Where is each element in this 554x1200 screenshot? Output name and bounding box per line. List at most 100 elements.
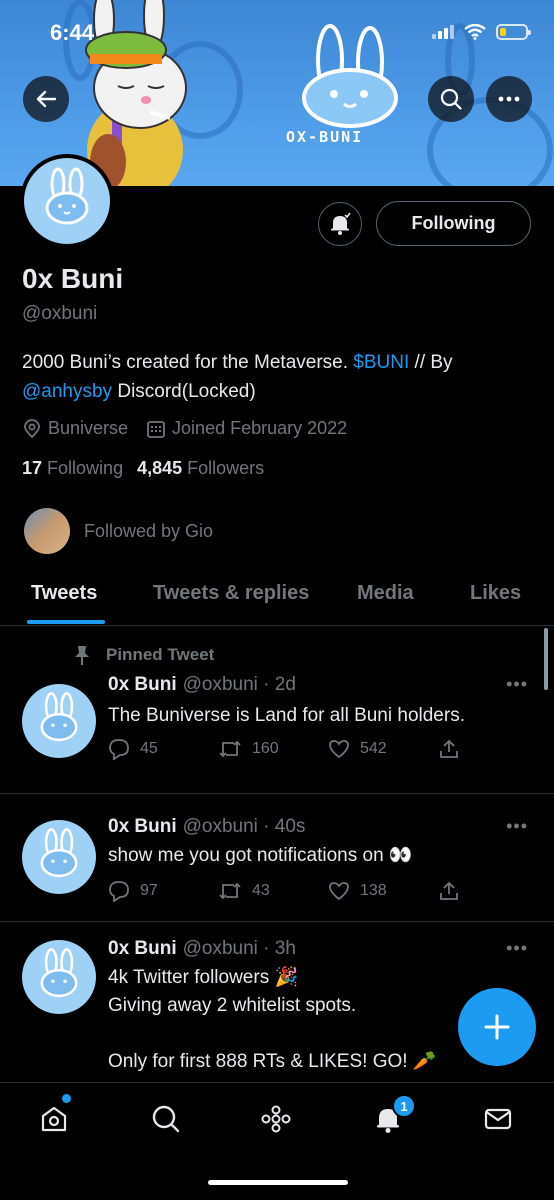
tweet-header: 0x Buni @oxbuni · 2d (108, 674, 296, 696)
reply-icon (109, 881, 129, 902)
following-button[interactable]: Following (376, 201, 531, 246)
nav-messages[interactable] (482, 1103, 514, 1135)
tweet-meta: @oxbuni · 3h (182, 938, 296, 959)
tweet-header: 0x Buni @oxbuni · 40s (108, 816, 305, 838)
tweet-author-name[interactable]: 0x Buni (108, 674, 177, 695)
like-button[interactable]: 542 (328, 738, 438, 760)
followed-by[interactable]: Followed by Gio (24, 508, 213, 554)
tweet-author-name[interactable]: 0x Buni (108, 816, 177, 837)
notifications-toggle-button[interactable] (318, 202, 362, 246)
bunny-avatar-icon (40, 948, 78, 998)
reply-button[interactable]: 97 (108, 880, 218, 902)
bio-cashtag-link[interactable]: $BUNI (353, 352, 409, 373)
tweet-text-line: Only for first 888 RTs & LIKES! GO! 🥕 (108, 1051, 437, 1072)
search-icon (440, 88, 462, 110)
home-unread-dot (62, 1094, 71, 1103)
banner-logo-icon (302, 24, 398, 128)
retweet-count: 43 (252, 882, 270, 899)
bio-text: Discord(Locked) (112, 381, 256, 402)
nav-home[interactable] (38, 1103, 70, 1135)
reply-button[interactable]: 45 (108, 738, 218, 760)
tweet-text: show me you got notifications on 👀 (108, 845, 413, 866)
like-icon (329, 882, 349, 901)
like-button[interactable]: 138 (328, 880, 438, 902)
battery-icon (496, 24, 531, 40)
bio-mention-link[interactable]: @anhysby (22, 381, 112, 402)
tab-media[interactable]: Media (357, 582, 414, 605)
reply-icon (109, 739, 129, 760)
profile-joined-date: Joined February 2022 (172, 418, 348, 438)
tweet-more-button[interactable]: ••• (506, 674, 528, 695)
profile-tabs: Tweets Tweets & replies Media Likes (0, 570, 554, 626)
bio-text: 2000 Buni’s created for the Metaverse. (22, 352, 354, 373)
tweet-actions: 45 160 542 (108, 738, 548, 760)
tab-likes[interactable]: Likes (470, 582, 521, 605)
profile-bio: 2000 Buni’s created for the Metaverse. $… (22, 348, 532, 406)
profile-location: Buniverse (48, 418, 129, 438)
share-icon (440, 739, 458, 758)
retweet-icon (219, 882, 241, 900)
calendar-icon (147, 420, 165, 438)
back-arrow-icon (36, 90, 57, 108)
share-button[interactable] (438, 738, 548, 760)
home-indicator (208, 1180, 348, 1185)
share-icon (440, 881, 458, 900)
tweet-text: The Buniverse is Land for all Buni holde… (108, 705, 465, 726)
like-count: 138 (360, 882, 387, 899)
profile-handle: @oxbuni (22, 303, 98, 324)
retweet-button[interactable]: 43 (218, 880, 328, 902)
retweet-icon (219, 740, 241, 758)
bunny-avatar-icon (45, 167, 89, 225)
nav-spaces[interactable] (260, 1103, 292, 1135)
tweet-text-line: Giving away 2 whitelist spots. (108, 995, 357, 1016)
tweet-avatar[interactable] (22, 684, 96, 758)
compose-icon (484, 1014, 510, 1040)
notifications-badge: 1 (392, 1094, 416, 1118)
spaces-icon (261, 1105, 291, 1133)
tweet-avatar[interactable] (22, 940, 96, 1014)
tweet-more-button[interactable]: ••• (506, 938, 528, 959)
follower-avatar (24, 508, 70, 554)
tweet-author-name[interactable]: 0x Buni (108, 938, 177, 959)
tweet-text-line: 4k Twitter followers 🎉 (108, 967, 299, 988)
retweet-count: 160 (252, 740, 279, 757)
bunny-avatar-icon (40, 692, 78, 742)
share-button[interactable] (438, 880, 548, 902)
like-icon (329, 740, 349, 759)
tweet-meta: @oxbuni · 2d (182, 674, 296, 695)
retweet-button[interactable]: 160 (218, 738, 328, 760)
follow-counts: 17 Following 4,845 Followers (22, 458, 264, 479)
back-button[interactable] (23, 76, 69, 122)
signal-icon (432, 25, 454, 39)
tab-tweets-replies[interactable]: Tweets & replies (153, 582, 309, 605)
profile-avatar[interactable] (20, 154, 114, 248)
status-icons (432, 24, 531, 40)
followed-by-text: Followed by Gio (84, 520, 214, 541)
bell-icon (331, 212, 351, 235)
tweet[interactable]: 0x Buni @oxbuni · 2d ••• The Buniverse is… (0, 626, 554, 794)
followers-count-link[interactable]: 4,845 Followers (137, 458, 264, 479)
bunny-avatar-icon (40, 828, 78, 878)
compose-tweet-button[interactable] (458, 988, 536, 1066)
location-icon (24, 418, 40, 438)
tweet-avatar[interactable] (22, 820, 96, 894)
banner-character-icon (85, 0, 187, 186)
profile-meta: Buniverse Joined February 2022 (22, 418, 365, 439)
active-tab-indicator (27, 620, 105, 624)
tweet-more-button[interactable]: ••• (506, 816, 528, 837)
tweet-header: 0x Buni @oxbuni · 3h (108, 938, 296, 960)
tweet[interactable]: 0x Buni @oxbuni · 40s ••• show me you got… (0, 794, 554, 922)
messages-icon (484, 1108, 512, 1130)
following-count-link[interactable]: 17 Following (22, 458, 123, 479)
search-button[interactable] (428, 76, 474, 122)
like-count: 542 (360, 740, 387, 757)
more-options-button[interactable] (486, 76, 532, 122)
tweet-actions: 97 43 138 (108, 880, 548, 902)
tab-tweets[interactable]: Tweets (31, 582, 97, 605)
nav-explore[interactable] (150, 1103, 182, 1135)
display-name: 0x Buni (22, 263, 124, 294)
bio-text: // By (409, 352, 453, 373)
tweet-meta: @oxbuni · 40s (182, 816, 306, 837)
more-icon (498, 96, 520, 102)
home-icon (41, 1106, 67, 1132)
